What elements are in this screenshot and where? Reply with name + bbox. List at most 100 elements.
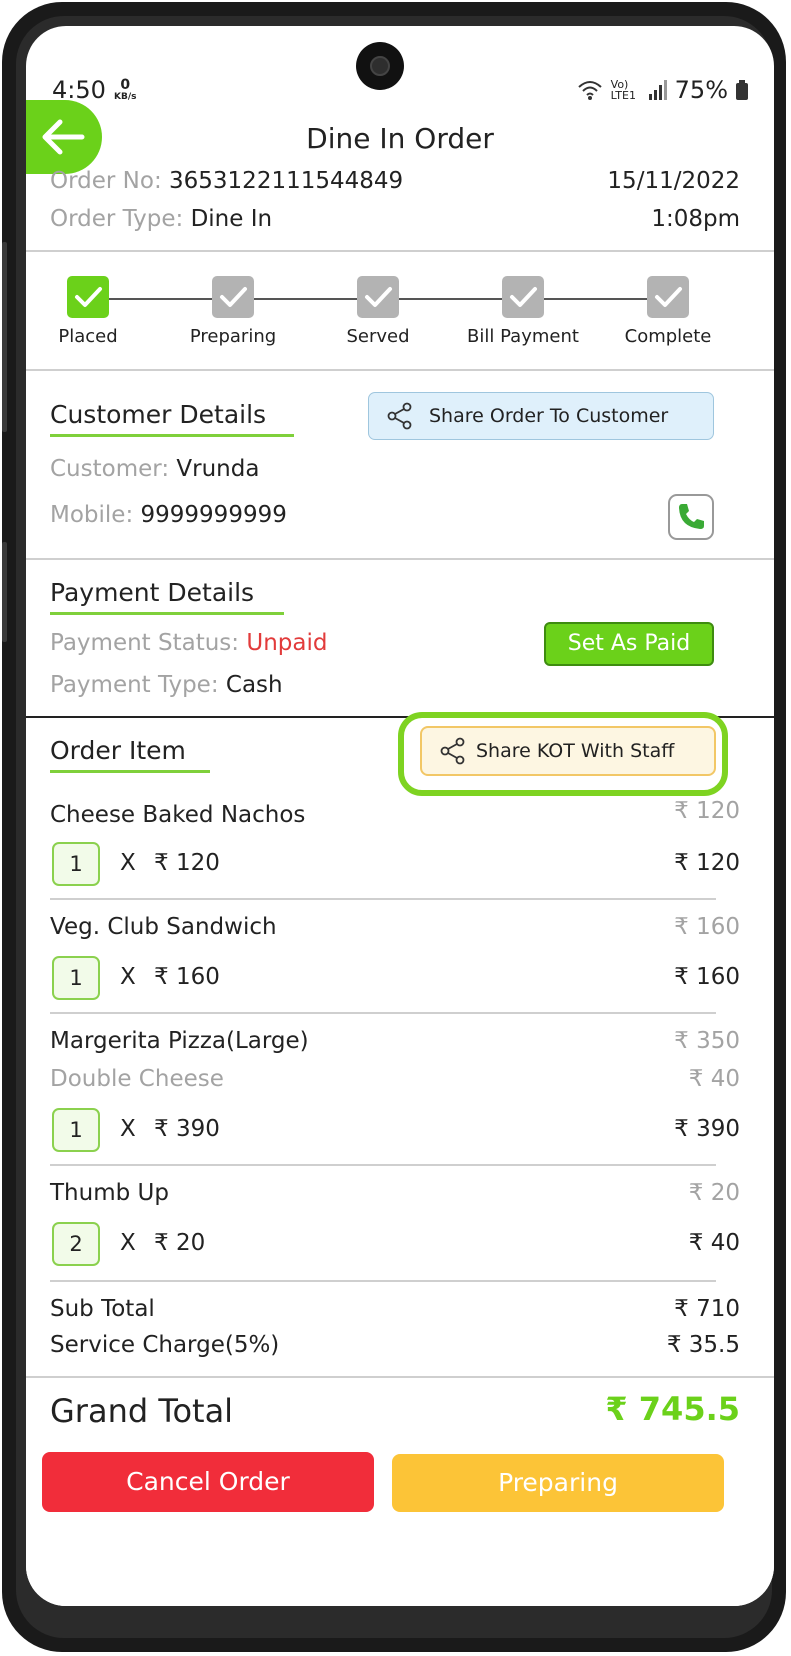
- item-name: Thumb Up: [50, 1180, 169, 1206]
- order-progress: Placed Preparing Served Bill Payment Com…: [26, 276, 774, 371]
- share-kot-button[interactable]: Share KOT With Staff: [420, 726, 716, 776]
- check-icon: [357, 276, 399, 318]
- page-title: Dine In Order: [306, 122, 494, 155]
- step-bill-payment: Bill Payment: [453, 276, 593, 347]
- battery-icon: [736, 80, 748, 100]
- quantity-box[interactable]: 1: [52, 1108, 100, 1152]
- item-price: ₹ 160: [674, 914, 740, 940]
- check-icon: [67, 276, 109, 318]
- divider: [50, 1280, 716, 1282]
- item-name: Margerita Pizza(Large): [50, 1028, 309, 1054]
- section-underline: [50, 770, 210, 773]
- payment-type-label: Payment Type:: [50, 672, 219, 698]
- step-label: Complete: [624, 326, 712, 347]
- network-speed-value: 0: [120, 77, 131, 93]
- order-type-row: Order Type: Dine In: [50, 206, 272, 232]
- item-unit-price: ₹ 390: [154, 1116, 220, 1142]
- item-addon-price: ₹ 40: [688, 1066, 740, 1092]
- step-label: Served: [346, 326, 410, 347]
- check-icon: [502, 276, 544, 318]
- item-unit-price: ₹ 20: [154, 1230, 206, 1256]
- customer-row: Customer: Vrunda: [50, 456, 259, 482]
- grand-total-value: ₹ 745.5: [605, 1390, 740, 1428]
- signal-icon: [648, 80, 667, 100]
- divider: [26, 1376, 774, 1378]
- screen: 4:50 0 KB/s Vo) LTE1 75% Dine In Order O…: [26, 26, 774, 1606]
- volume-button: [2, 242, 7, 432]
- service-charge-value: ₹ 35.5: [666, 1332, 740, 1358]
- preparing-button[interactable]: Preparing: [392, 1454, 724, 1512]
- call-button[interactable]: [668, 494, 714, 540]
- item-price: ₹ 120: [674, 798, 740, 824]
- order-number-value: 3653122111544849: [169, 168, 404, 194]
- order-type-label: Order Type:: [50, 206, 184, 232]
- divider: [50, 1164, 716, 1166]
- step-preparing: Preparing: [163, 276, 303, 347]
- quantity-box[interactable]: 1: [52, 842, 100, 886]
- share-order-button[interactable]: Share Order To Customer: [368, 392, 714, 440]
- service-charge-label: Service Charge(5%): [50, 1332, 280, 1358]
- step-label: Bill Payment: [467, 326, 579, 347]
- network-speed: 0 KB/s: [114, 78, 136, 102]
- divider: [26, 369, 774, 371]
- grand-total-label: Grand Total: [50, 1392, 234, 1430]
- power-button: [2, 542, 7, 642]
- network-speed-unit: KB/s: [114, 92, 137, 102]
- item-mult: X: [120, 964, 136, 990]
- divider: [50, 898, 716, 900]
- order-item-title: Order Item: [50, 736, 186, 765]
- item-name: Veg. Club Sandwich: [50, 914, 277, 940]
- step-label: Placed: [58, 326, 118, 347]
- item-total: ₹ 120: [674, 850, 740, 876]
- customer-details-title: Customer Details: [50, 400, 267, 429]
- step-served: Served: [308, 276, 448, 347]
- item-mult: X: [120, 850, 136, 876]
- sub-total-value: ₹ 710: [674, 1296, 740, 1322]
- share-kot-label: Share KOT With Staff: [476, 740, 675, 762]
- phone-frame: 4:50 0 KB/s Vo) LTE1 75% Dine In Order O…: [2, 2, 786, 1652]
- item-unit-price: ₹ 120: [154, 850, 220, 876]
- item-name: Cheese Baked Nachos: [50, 802, 306, 828]
- item-addon: Double Cheese: [50, 1066, 224, 1092]
- mobile-row: Mobile: 9999999999: [50, 502, 287, 528]
- item-mult: X: [120, 1116, 136, 1142]
- payment-status-value: Unpaid: [246, 630, 328, 656]
- order-number-label: Order No:: [50, 168, 162, 194]
- phone-icon: [679, 504, 704, 529]
- divider: [26, 250, 774, 252]
- quantity-box[interactable]: 1: [52, 956, 100, 1000]
- battery-level: 75%: [674, 76, 728, 104]
- status-bar: 4:50 0 KB/s Vo) LTE1 75%: [26, 26, 774, 106]
- order-number-row: Order No: 3653122111544849: [50, 168, 403, 194]
- payment-status-row: Payment Status: Unpaid: [50, 630, 327, 656]
- cancel-order-button[interactable]: Cancel Order: [42, 1452, 374, 1512]
- check-icon: [647, 276, 689, 318]
- check-icon: [212, 276, 254, 318]
- order-date: 15/11/2022: [607, 168, 740, 194]
- item-total: ₹ 160: [674, 964, 740, 990]
- step-label: Preparing: [189, 326, 277, 347]
- divider: [50, 1012, 716, 1014]
- sub-total-label: Sub Total: [50, 1296, 155, 1322]
- item-price: ₹ 20: [688, 1180, 740, 1206]
- step-complete: Complete: [598, 276, 738, 347]
- wifi-icon: [577, 81, 602, 100]
- network-type: Vo) LTE1: [610, 78, 636, 102]
- payment-type-value: Cash: [225, 672, 283, 698]
- payment-status-label: Payment Status:: [50, 630, 240, 656]
- order-type-value: Dine In: [190, 206, 273, 232]
- item-price: ₹ 350: [674, 1028, 740, 1054]
- payment-type-row: Payment Type: Cash: [50, 672, 283, 698]
- set-as-paid-button[interactable]: Set As Paid: [544, 622, 714, 666]
- quantity-box[interactable]: 2: [52, 1222, 100, 1266]
- share-order-label: Share Order To Customer: [429, 405, 669, 427]
- front-camera: [356, 42, 404, 90]
- step-placed: Placed: [26, 276, 158, 347]
- item-total: ₹ 390: [674, 1116, 740, 1142]
- customer-label: Customer:: [50, 456, 170, 482]
- order-time: 1:08pm: [651, 206, 740, 232]
- share-icon: [440, 737, 465, 765]
- customer-name: Vrunda: [176, 456, 260, 482]
- status-icons: Vo) LTE1 75%: [577, 76, 748, 104]
- mobile-label: Mobile:: [50, 502, 134, 528]
